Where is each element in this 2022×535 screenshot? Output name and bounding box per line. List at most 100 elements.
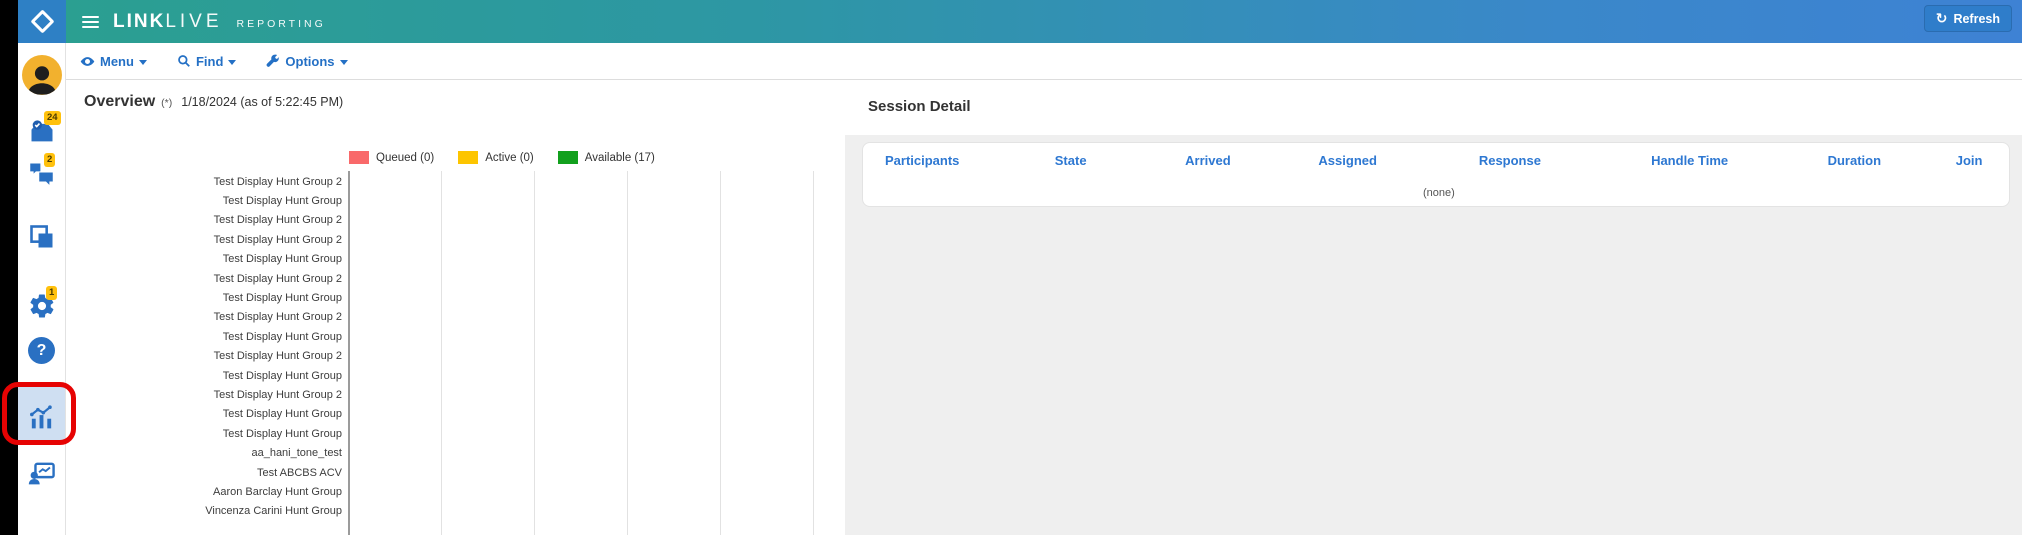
- brand-live: LIVE: [165, 11, 222, 33]
- app-window: LINK LIVE REPORTING Menu Find Options ↻ …: [0, 0, 2022, 535]
- person-icon: [25, 63, 59, 95]
- screen-letterbox: [0, 0, 18, 535]
- legend-item: Available (17): [558, 151, 655, 164]
- column-header[interactable]: State: [1001, 153, 1141, 168]
- chart-row: Test Display Hunt Group 2: [66, 308, 845, 327]
- sidebar-item-windows[interactable]: [18, 223, 65, 251]
- brand-link: LINK: [113, 11, 165, 33]
- bar-chart-icon: [27, 403, 56, 432]
- wrench-icon: [266, 54, 280, 68]
- diamond-logo-icon: [30, 9, 54, 33]
- chart-row-label: Vincenza Carini Hunt Group: [66, 505, 342, 517]
- sidebar-item-chat[interactable]: [18, 159, 65, 186]
- legend-swatch: [458, 151, 478, 164]
- chart-row-label: Test Display Hunt Group: [66, 195, 342, 207]
- overview-heading: Overview (*) 1/18/2024 (as of 5:22:45 PM…: [84, 93, 343, 111]
- chart-row-label: Test Display Hunt Group: [66, 331, 342, 343]
- sidebar-item-settings[interactable]: [18, 292, 65, 320]
- overview-marker: (*): [161, 97, 172, 109]
- toolbar: Menu Find Options: [66, 43, 2022, 80]
- chart-row-label: Test Display Hunt Group 2: [66, 234, 342, 246]
- table-header-row: ParticipantsStateArrivedAssignedResponse…: [863, 143, 2009, 168]
- windows-icon: [28, 223, 56, 251]
- chart-row: Test Display Hunt Group: [66, 366, 845, 385]
- settings-badge: 1: [46, 286, 57, 300]
- legend-swatch: [349, 151, 369, 164]
- legend-swatch: [558, 151, 578, 164]
- chevron-down-icon: [228, 60, 236, 65]
- chart-row-label: Test Display Hunt Group 2: [66, 311, 342, 323]
- chart-row-label: Test Display Hunt Group: [66, 292, 342, 304]
- legend-item: Active (0): [458, 151, 534, 164]
- legend-item: Queued (0): [349, 151, 434, 164]
- legend-label: Available (17): [585, 152, 655, 164]
- menu-label: Menu: [100, 54, 134, 69]
- chart-row: Test Display Hunt Group: [66, 288, 845, 307]
- person-presentation-icon: [27, 459, 56, 488]
- session-detail-title: Session Detail: [868, 98, 971, 115]
- overview-timestamp: 1/18/2024 (as of 5:22:45 PM): [181, 95, 343, 109]
- column-header[interactable]: Join: [1929, 153, 2009, 168]
- search-icon: [177, 54, 191, 68]
- chart-row-label: Test Display Hunt Group 2: [66, 176, 342, 188]
- chart-row: Vincenza Carini Hunt Group: [66, 502, 845, 521]
- avatar: [22, 55, 62, 95]
- column-header[interactable]: Handle Time: [1600, 153, 1780, 168]
- refresh-label: Refresh: [1953, 12, 2000, 26]
- chart-row: Test Display Hunt Group: [66, 327, 845, 346]
- column-header[interactable]: Participants: [863, 153, 1001, 168]
- overview-chart-card: Queued (0) Active (0) Available (17) Test …: [66, 135, 845, 535]
- chart-row-label: Test Display Hunt Group: [66, 428, 342, 440]
- app-logo[interactable]: [18, 0, 66, 43]
- chart-row-label: Test Display Hunt Group: [66, 253, 342, 265]
- chart-row: Test Display Hunt Group 2: [66, 385, 845, 404]
- chart-row: Aaron Barclay Hunt Group: [66, 482, 845, 501]
- chart-row: aa_hani_tone_test: [66, 443, 845, 462]
- chart-row: Test Display Hunt Group 2: [66, 269, 845, 288]
- chart-row-label: Test Display Hunt Group 2: [66, 214, 342, 226]
- header-bar: LINK LIVE REPORTING: [66, 0, 2022, 43]
- brand-reporting: REPORTING: [237, 18, 326, 30]
- chart-row: Test ABCBS ACV: [66, 463, 845, 482]
- chart-row: Test Display Hunt Group 2: [66, 172, 845, 191]
- chart-row-label: Aaron Barclay Hunt Group: [66, 486, 342, 498]
- chart-row: Test Display Hunt Group: [66, 424, 845, 443]
- chart-row-label: Test ABCBS ACV: [66, 467, 342, 479]
- legend-label: Active (0): [485, 152, 534, 164]
- brand: LINK LIVE REPORTING: [113, 11, 326, 33]
- menu-dropdown[interactable]: Menu: [80, 54, 147, 69]
- chart-row-label: Test Display Hunt Group: [66, 408, 342, 420]
- find-label: Find: [196, 54, 223, 69]
- chart-row: Test Display Hunt Group 2: [66, 211, 845, 230]
- sidebar: 24 2 1 ?: [18, 43, 66, 535]
- chart-row-label: Test Display Hunt Group 2: [66, 389, 342, 401]
- sidebar-item-profile[interactable]: [18, 55, 65, 95]
- question-mark-icon: ?: [28, 337, 55, 364]
- column-header[interactable]: Assigned: [1275, 153, 1420, 168]
- column-header[interactable]: Duration: [1779, 153, 1929, 168]
- sidebar-item-help[interactable]: ?: [18, 337, 65, 364]
- chart-row: Test Display Hunt Group 2: [66, 230, 845, 249]
- chart-row: Test Display Hunt Group: [66, 250, 845, 269]
- chart-row-label: Test Display Hunt Group: [66, 370, 342, 382]
- chart-row-label: Test Display Hunt Group 2: [66, 273, 342, 285]
- chat-badge: 2: [44, 153, 55, 167]
- column-header[interactable]: Arrived: [1141, 153, 1276, 168]
- chevron-down-icon: [139, 60, 147, 65]
- legend-label: Queued (0): [376, 152, 434, 164]
- table-empty-text: (none): [1423, 187, 1455, 199]
- refresh-button[interactable]: ↻ Refresh: [1924, 5, 2012, 32]
- find-dropdown[interactable]: Find: [177, 54, 236, 69]
- sidebar-item-presentation[interactable]: [18, 459, 65, 488]
- hamburger-menu-icon[interactable]: [82, 13, 99, 31]
- eye-icon: [80, 54, 95, 69]
- sidebar-item-reports[interactable]: [18, 403, 65, 432]
- chart-row: Test Display Hunt Group: [66, 191, 845, 210]
- options-label: Options: [285, 54, 334, 69]
- chart-row-label: Test Display Hunt Group 2: [66, 350, 342, 362]
- options-dropdown[interactable]: Options: [266, 54, 347, 69]
- session-detail-table: ParticipantsStateArrivedAssignedResponse…: [862, 142, 2010, 207]
- column-header[interactable]: Response: [1420, 153, 1600, 168]
- chart-row: Test Display Hunt Group: [66, 405, 845, 424]
- page-title: Overview: [84, 93, 155, 111]
